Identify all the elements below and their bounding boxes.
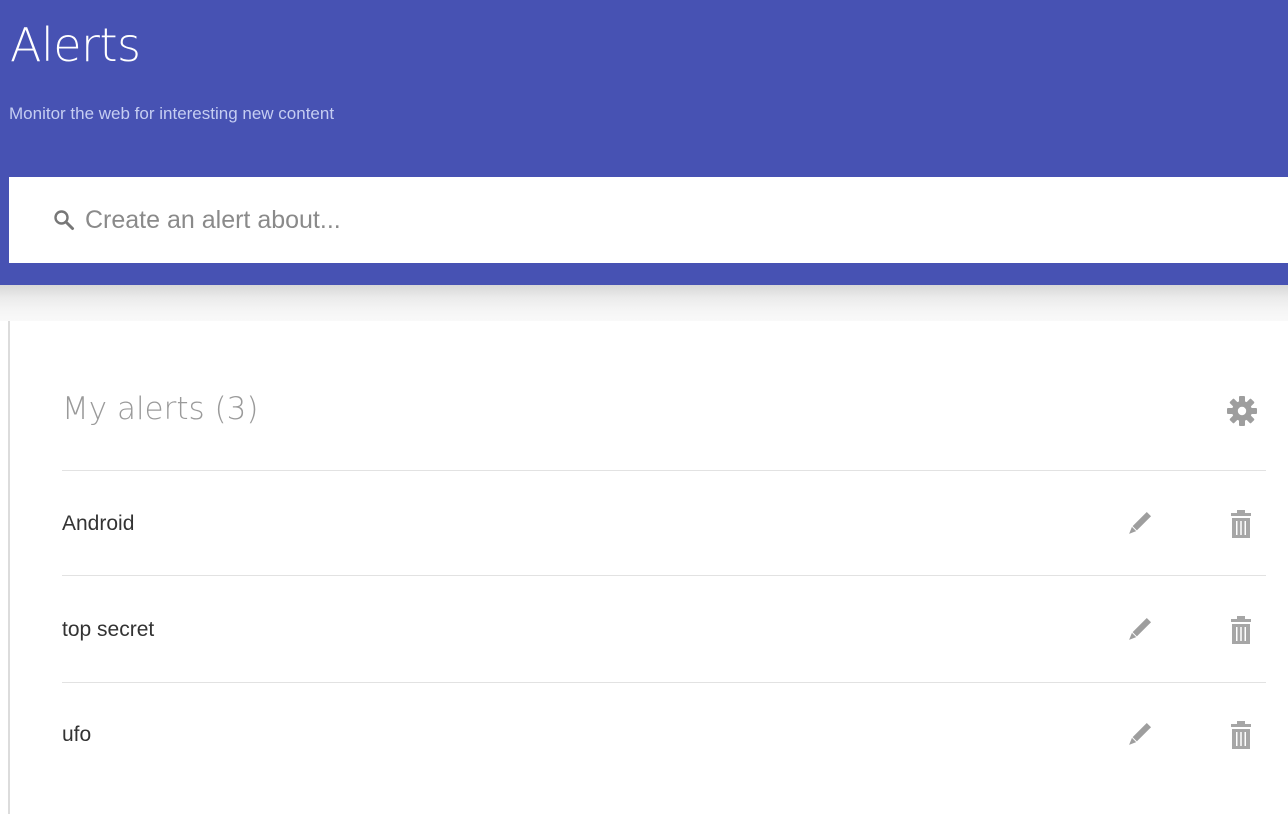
divider [62, 575, 1266, 576]
header-shadow [0, 285, 1288, 321]
edit-alert-button[interactable] [1121, 719, 1157, 755]
page-title: Alerts [10, 18, 141, 72]
edit-alert-button[interactable] [1121, 508, 1157, 544]
alert-row: ufo [62, 682, 1266, 786]
search-icon [53, 209, 75, 231]
pencil-icon [1123, 508, 1155, 545]
alert-row: top secret [62, 577, 1266, 681]
my-alerts-panel: My alerts (3) Android top secret ufo [8, 321, 1288, 814]
search-input[interactable] [85, 205, 1235, 235]
delete-alert-button[interactable] [1224, 719, 1258, 755]
alert-name[interactable]: top secret [62, 617, 154, 642]
header: Alerts Monitor the web for interesting n… [0, 0, 1288, 285]
my-alerts-title: My alerts (3) [62, 391, 259, 427]
delete-alert-button[interactable] [1224, 614, 1258, 650]
trash-icon [1229, 615, 1253, 650]
page-subtitle: Monitor the web for interesting new cont… [9, 104, 335, 123]
alert-row: Android [62, 471, 1266, 575]
trash-icon [1229, 720, 1253, 755]
delete-alert-button[interactable] [1224, 508, 1258, 544]
settings-button[interactable] [1224, 395, 1260, 431]
alert-name[interactable]: Android [62, 511, 134, 536]
search-bar[interactable] [9, 177, 1288, 263]
alert-name[interactable]: ufo [62, 722, 91, 747]
pencil-icon [1123, 614, 1155, 651]
trash-icon [1229, 509, 1253, 544]
gear-icon [1225, 394, 1259, 433]
edit-alert-button[interactable] [1121, 614, 1157, 650]
pencil-icon [1123, 719, 1155, 756]
